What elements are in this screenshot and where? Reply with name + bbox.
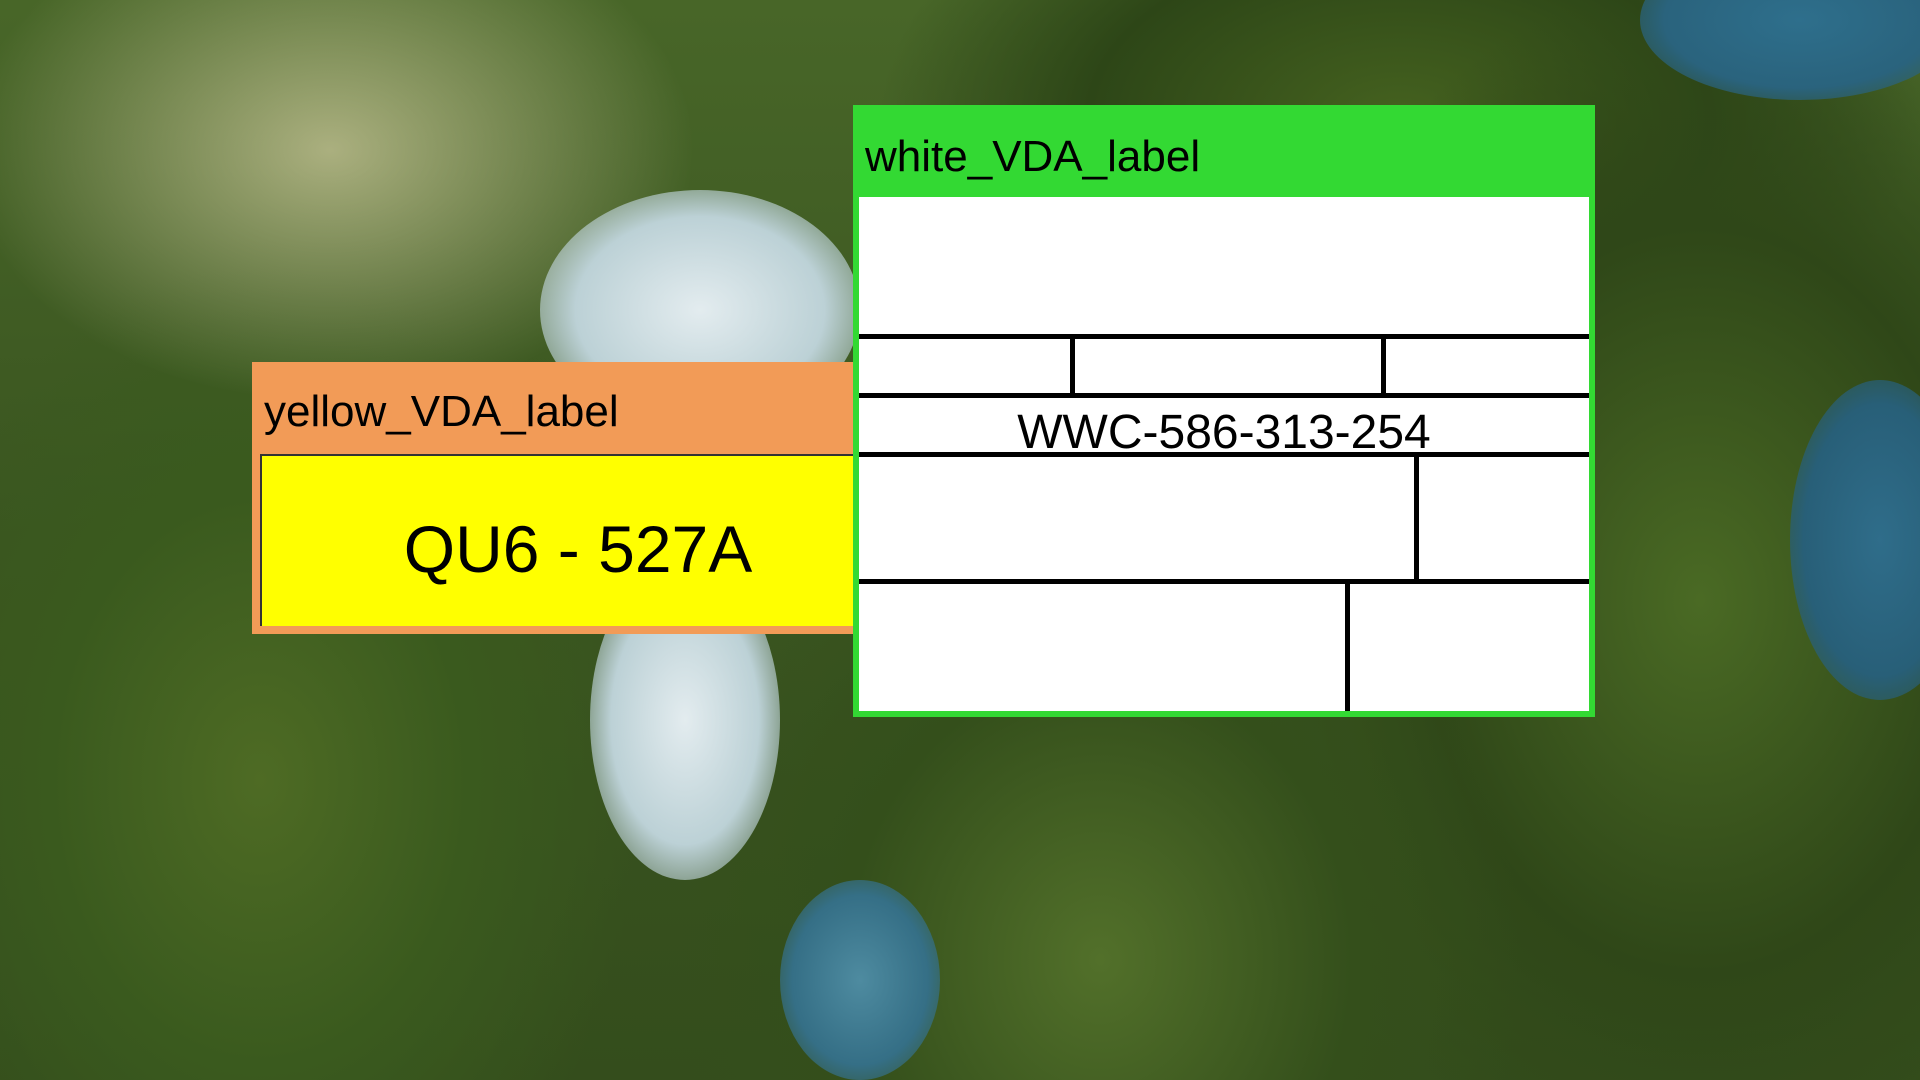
grid-line	[1070, 334, 1075, 396]
yellow-vda-label-title: yellow_VDA_label	[264, 387, 619, 436]
grid-line	[1345, 579, 1350, 711]
white-vda-label-body: WWC-586-313-254	[859, 197, 1589, 711]
grid-line	[1414, 452, 1419, 582]
yellow-vda-label-body: QU6 - 527A	[260, 454, 854, 626]
grid-line	[1381, 334, 1386, 396]
grid-line	[859, 393, 1589, 398]
grid-line	[859, 452, 1589, 457]
white-vda-label: white_VDA_label WWC-586-313-254	[853, 105, 1595, 717]
yellow-vda-label: yellow_VDA_label QU6 - 527A	[252, 362, 854, 634]
white-vda-code-text: WWC-586-313-254	[1017, 406, 1431, 459]
grid-line	[859, 579, 1589, 584]
sea-water	[1790, 380, 1920, 700]
white-vda-label-title: white_VDA_label	[865, 132, 1201, 181]
grid-line	[859, 334, 1589, 339]
lagoon-water	[780, 880, 940, 1080]
sea-water	[1640, 0, 1920, 100]
yellow-vda-plate-text: QU6 - 527A	[403, 512, 753, 586]
